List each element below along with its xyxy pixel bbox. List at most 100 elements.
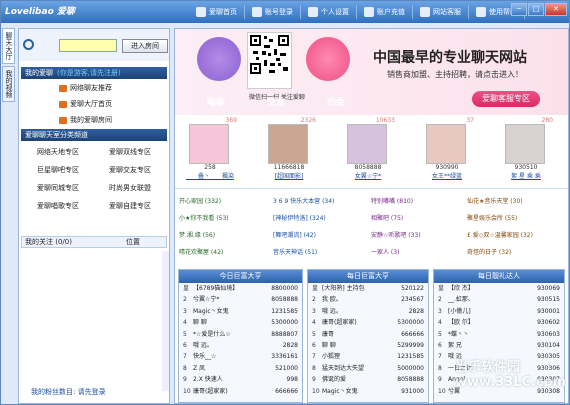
room-link[interactable]: 安静☆听歌吧 (33) <box>371 230 421 239</box>
room-search-input[interactable] <box>59 39 117 52</box>
host-photo[interactable] <box>505 124 545 164</box>
rank-user[interactable]: __.虹那、 <box>448 294 474 305</box>
rank-user[interactable]: *蝶丶丶 <box>448 329 469 340</box>
host-card[interactable]: 369 258 ____叠丶____楓染 <box>183 117 237 180</box>
ranking-row[interactable]: 5 *蝶丶丶 930603 <box>434 329 564 340</box>
ranking-row[interactable]: 3 哦 远。 2828 <box>308 306 428 317</box>
rank-user[interactable]: Magic丶女鬼 <box>193 306 229 317</box>
tab-chat-hall[interactable]: 聊天大厅 <box>2 28 15 64</box>
rank-user[interactable]: 康哥 <box>322 329 334 340</box>
ranking-row[interactable]: 10 康哥(超家家) 666666 <box>179 386 302 397</box>
rank-user[interactable]: 【6789猫仙境】 <box>193 283 238 294</box>
support-zone-button[interactable]: 爱聊客服专区 <box>472 91 540 107</box>
host-name[interactable]: [超国面影] <box>262 171 316 180</box>
rank-user[interactable]: 聊 聊 <box>322 340 336 351</box>
rank-user[interactable]: Z 凤 <box>193 363 205 374</box>
tab-my-video[interactable]: 我的视频 <box>2 66 15 102</box>
channels-header[interactable]: 爱聊聊天室分类频道 <box>21 129 167 141</box>
ranking-row[interactable]: 6 哦 远。 2828 <box>179 340 302 351</box>
room-link[interactable]: [神秘伊特洛] (324) <box>273 213 326 222</box>
rank-user[interactable]: 【欧 尔】 <box>448 317 474 328</box>
rank-user[interactable]: 絮 兄 <box>448 340 462 351</box>
rank-user[interactable]: 2.X 快速人 <box>193 374 223 385</box>
rank-user[interactable]: *☆爱是什么☆ <box>193 329 231 340</box>
rank-user[interactable]: 哦 远。 <box>193 340 213 351</box>
host-name[interactable]: 女翼☆宁* <box>341 171 395 180</box>
room-link[interactable]: 梦.湘.缘 (56) <box>179 230 215 239</box>
ranking-row[interactable]: 7 快乐__☆ 3336161 <box>179 351 302 362</box>
host-card[interactable]: 2326 11666818 [超国面影] <box>262 117 316 180</box>
host-card[interactable]: 280 930510 絮 星 乘 乘 <box>499 117 553 180</box>
host-photo[interactable] <box>426 124 466 164</box>
ranking-row[interactable]: 5 *☆爱是什么☆ 8888807 <box>179 329 302 340</box>
host-name[interactable]: 絮 星 乘 乘 <box>499 171 553 180</box>
tree-item-my-room[interactable]: 我的爱聊房间 <box>59 115 112 125</box>
sing-icon[interactable] <box>197 37 241 81</box>
follow-scrollbar[interactable] <box>162 251 169 391</box>
channel-item[interactable]: 爱聊交友专区 <box>109 165 151 175</box>
ranking-row[interactable]: 皇 [大阳熟] 主持包 520122 <box>308 283 428 294</box>
rank-user[interactable]: [大阳熟] 主持包 <box>322 283 365 294</box>
ranking-row[interactable]: 4 聊 聊 5300000 <box>179 317 302 328</box>
nav-item-0[interactable]: 爱聊首页 <box>189 5 245 19</box>
host-name[interactable]: 女王**绿蓝 <box>420 171 474 180</box>
room-link[interactable]: 聚星娱乐会所 (55) <box>467 213 517 222</box>
ranking-row[interactable]: 8 Z 凤 521000 <box>179 363 302 374</box>
channel-item[interactable]: 爱聊唱歌专区 <box>37 201 79 211</box>
ranking-row[interactable]: 2 兮翼☆宁* 8058888 <box>179 294 302 305</box>
room-link[interactable]: £ 爱◇双☆温馨家园 (32) <box>467 230 533 239</box>
room-link[interactable]: 相聚吧 (75) <box>371 213 403 222</box>
room-link[interactable]: 奇怪的日子 (32) <box>467 247 511 256</box>
ranking-row[interactable]: 5 康哥 666666 <box>308 329 428 340</box>
ranking-row[interactable]: 9 2.X 快速人 998 <box>179 374 302 385</box>
ranking-row[interactable]: 7 小狐狸 1231585 <box>308 351 428 362</box>
rank-user[interactable]: 我 欧。 <box>322 294 342 305</box>
rank-user[interactable]: 兮翼☆宁* <box>193 294 219 305</box>
ranking-row[interactable]: 2 我 欧。 234567 <box>308 294 428 305</box>
rank-user[interactable]: 康哥(超家家) <box>322 317 357 328</box>
ranking-row[interactable]: 9 佛诞的爱 8058888 <box>308 374 428 385</box>
room-link[interactable]: 晴花欢聚屋 (42) <box>179 247 223 256</box>
rank-user[interactable]: [小傲儿] <box>448 306 471 317</box>
room-link[interactable]: 特别嘴嘴 (810) <box>371 196 413 205</box>
host-photo[interactable] <box>189 124 229 164</box>
tree-item-hall[interactable]: 爱聊大厅首页 <box>59 99 112 109</box>
enter-room-button[interactable]: 进入房间 <box>122 39 168 53</box>
ranking-row[interactable]: 8 猛天到达大失望 5000000 <box>308 363 428 374</box>
host-photo[interactable] <box>268 124 308 164</box>
rank-user[interactable]: Magic丶女鬼 <box>322 386 358 397</box>
room-link[interactable]: 一家人 (3) <box>371 247 399 256</box>
rank-user[interactable]: 【欣 杰】 <box>448 283 474 294</box>
channel-item[interactable]: 爱聊自建专区 <box>109 201 151 211</box>
host-photo[interactable] <box>347 124 387 164</box>
host-card[interactable]: 10633 8058888 女翼☆宁* <box>341 117 395 180</box>
tree-item-recommend[interactable]: 网络聊友推荐 <box>59 83 112 93</box>
rank-user[interactable]: 猛天到达大失望 <box>322 363 364 374</box>
host-card[interactable]: 37 930990 女王**绿蓝 <box>420 117 474 180</box>
maximize-button[interactable]: □ <box>528 3 544 16</box>
rank-user[interactable]: 哦 远。 <box>322 306 342 317</box>
close-button[interactable]: ✕ <box>545 3 567 16</box>
ranking-row[interactable]: 4 【欧 尔】 930602 <box>434 317 564 328</box>
room-link[interactable]: 小★你不我看 (53) <box>179 213 229 222</box>
heart-icon[interactable] <box>306 37 350 81</box>
room-link[interactable]: 仙花★音乐天堂 (30) <box>467 196 523 205</box>
ranking-row[interactable]: 3 Magic丶女鬼 1231585 <box>179 306 302 317</box>
fans-count[interactable]: 我的粉丝数目: 请先登录 <box>31 387 106 397</box>
room-link[interactable]: [舞吧潮流] (42) <box>273 230 316 239</box>
rank-user[interactable]: 佛诞的爱 <box>322 374 346 385</box>
channel-item[interactable]: 网络天地专区 <box>37 147 79 157</box>
my-ailiao-header[interactable]: 我的爱聊 (你是游客,请先注册) <box>21 67 167 79</box>
rank-user[interactable]: 康哥(超家家) <box>193 386 228 397</box>
channel-item[interactable]: 爱聊同城专区 <box>37 183 79 193</box>
rank-user[interactable]: 小狐狸 <box>322 351 340 362</box>
channel-item[interactable]: 巨星聊吧专区 <box>37 165 79 175</box>
ranking-row[interactable]: 4 康哥(超家家) 5300000 <box>308 317 428 328</box>
ranking-row[interactable]: 皇【6789猫仙境】 8800000 <box>179 283 302 294</box>
ranking-row[interactable]: 皇【欣 杰】 930069 <box>434 283 564 294</box>
nav-item-1[interactable]: 账号登录 <box>245 5 301 19</box>
ranking-row[interactable]: 6 絮 兄 930104 <box>434 340 564 351</box>
rank-user[interactable]: 聊 聊 <box>193 317 207 328</box>
ranking-row[interactable]: 2 __.虹那、 930515 <box>434 294 564 305</box>
ranking-row[interactable]: 3 [小傲儿] 930001 <box>434 306 564 317</box>
